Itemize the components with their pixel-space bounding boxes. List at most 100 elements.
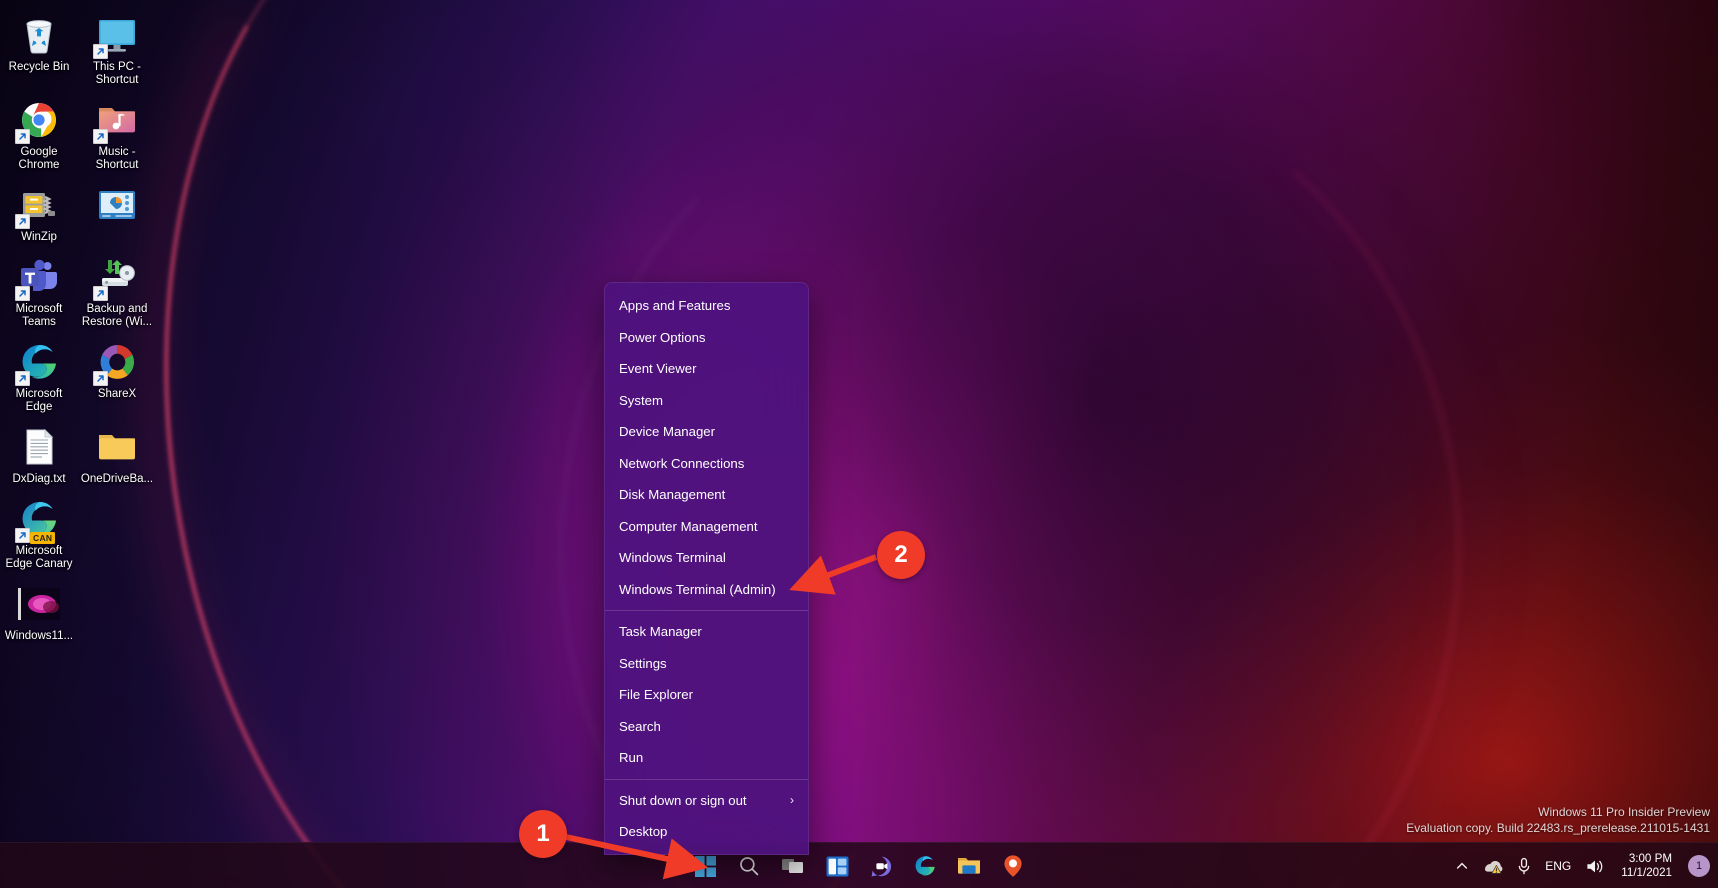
microphone-button[interactable] bbox=[1511, 849, 1537, 883]
volume-button[interactable] bbox=[1579, 849, 1611, 883]
clock-time: 3:00 PM bbox=[1628, 852, 1672, 865]
desktop-icon-microsoft-edge[interactable]: Microsoft Edge bbox=[0, 333, 78, 418]
winzip-icon bbox=[15, 182, 62, 229]
menu-item-label: Windows Terminal bbox=[619, 550, 726, 566]
menu-item-apps-and-features[interactable]: Apps and Features bbox=[605, 290, 808, 322]
menu-item-shut-down-or-sign-out[interactable]: Shut down or sign out › bbox=[605, 785, 808, 817]
desktop-icon-row: Google Chrome Music - Shortcut bbox=[0, 91, 160, 176]
edge-button[interactable] bbox=[908, 849, 942, 883]
menu-item-label: Apps and Features bbox=[619, 298, 731, 314]
desktop-icon-label: Music - Shortcut bbox=[95, 146, 139, 171]
maps-pin-button[interactable] bbox=[996, 849, 1030, 883]
menu-item-run[interactable]: Run bbox=[605, 742, 808, 774]
desktop-icon-this-pc[interactable]: This PC - Shortcut bbox=[78, 6, 156, 91]
desktop-icon-sharex[interactable]: ShareX bbox=[78, 333, 156, 418]
desktop-icon-label: Windows11... bbox=[4, 630, 74, 642]
desktop-icon-microsoft-edge-canary[interactable]: CAN Microsoft Edge Canary bbox=[0, 490, 78, 575]
desktop-icon-dxdiag-txt[interactable]: DxDiag.txt bbox=[0, 418, 78, 490]
menu-item-label: Run bbox=[619, 750, 644, 766]
menu-item-label: Power Options bbox=[619, 329, 706, 345]
menu-item-power-options[interactable]: Power Options bbox=[605, 322, 808, 354]
desktop-icon-windows11-image[interactable]: Windows11... bbox=[0, 575, 78, 647]
network-warning-icon bbox=[1485, 860, 1503, 874]
desktop-icon-microsoft-teams[interactable]: Microsoft Teams bbox=[0, 248, 78, 333]
desktop-icon-backup-and-restore[interactable]: Backup and Restore (Wi... bbox=[78, 248, 156, 333]
menu-item-network-connections[interactable]: Network Connections bbox=[605, 448, 808, 480]
menu-item-computer-management[interactable]: Computer Management bbox=[605, 511, 808, 543]
menu-item-label: Windows Terminal (Admin) bbox=[619, 581, 776, 597]
menu-item-label: Search bbox=[619, 718, 661, 734]
desktop-icon-label: Backup and Restore (Wi... bbox=[81, 303, 153, 328]
desktop-icon-music[interactable]: Music - Shortcut bbox=[78, 91, 156, 176]
network-status-button[interactable] bbox=[1477, 849, 1509, 883]
desktop-icon-label: WinZip bbox=[21, 231, 57, 243]
menu-item-disk-management[interactable]: Disk Management bbox=[605, 479, 808, 511]
desktop-icon-label: DxDiag.txt bbox=[12, 473, 66, 485]
recycle-bin-icon bbox=[16, 12, 62, 58]
widgets-button[interactable] bbox=[820, 849, 854, 883]
taskbar[interactable]: ENG 3:00 PM 11/1/2021 1 bbox=[0, 842, 1718, 888]
win-x-power-user-menu[interactable]: Apps and Features Power Options Event Vi… bbox=[604, 282, 809, 855]
google-chrome-icon bbox=[15, 97, 62, 144]
notification-badge[interactable]: 1 bbox=[1688, 855, 1710, 877]
volume-icon bbox=[1587, 860, 1603, 872]
menu-item-search[interactable]: Search bbox=[605, 711, 808, 743]
chat-button[interactable] bbox=[864, 849, 898, 883]
shortcut-arrow-icon bbox=[93, 371, 108, 386]
desktop-icon-grid: Recycle Bin This PC - Shortcut Google Ch… bbox=[0, 6, 160, 647]
widgets-icon bbox=[826, 856, 848, 876]
windows-logo-icon bbox=[694, 855, 716, 877]
chat-teams-icon bbox=[871, 856, 891, 876]
menu-separator bbox=[605, 778, 808, 780]
shortcut-arrow-icon bbox=[15, 214, 30, 229]
desktop-icon-row: WinZip bbox=[0, 176, 160, 248]
menu-item-file-explorer[interactable]: File Explorer bbox=[605, 679, 808, 711]
desktop-icon-empty-slot bbox=[78, 490, 156, 575]
watermark-line-1: Windows 11 Pro Insider Preview bbox=[1538, 805, 1710, 819]
menu-item-settings[interactable]: Settings bbox=[605, 648, 808, 680]
menu-item-label: Computer Management bbox=[619, 518, 758, 534]
annotation-marker-1: 1 bbox=[519, 810, 567, 858]
desktop-icon-winzip[interactable]: WinZip bbox=[0, 176, 78, 248]
desktop-icon-label: This PC - Shortcut bbox=[93, 61, 141, 86]
microphone-icon bbox=[1518, 857, 1530, 875]
menu-item-task-manager[interactable]: Task Manager bbox=[605, 616, 808, 648]
annotation-marker-2: 2 bbox=[877, 531, 925, 579]
desktop-icon-label: Recycle Bin bbox=[8, 61, 70, 73]
windows-desktop[interactable]: Recycle Bin This PC - Shortcut Google Ch… bbox=[0, 0, 1718, 888]
backup-and-restore-icon bbox=[93, 254, 140, 301]
desktop-icon-google-chrome[interactable]: Google Chrome bbox=[0, 91, 78, 176]
control-panel-applet-icon bbox=[94, 182, 140, 228]
clock-and-date[interactable]: 3:00 PM 11/1/2021 bbox=[1613, 849, 1680, 883]
language-indicator[interactable]: ENG bbox=[1539, 849, 1577, 883]
windows-terminal-admin-menu-item[interactable]: Windows Terminal (Admin) bbox=[605, 574, 808, 606]
menu-item-desktop[interactable]: Desktop bbox=[605, 816, 808, 848]
file-explorer-button[interactable] bbox=[952, 849, 986, 883]
shortcut-arrow-icon bbox=[93, 129, 108, 144]
watermark-line-2: Evaluation copy. Build 22483.rs_prerelea… bbox=[1406, 821, 1710, 835]
microsoft-edge-icon bbox=[915, 856, 935, 876]
shortcut-arrow-icon bbox=[15, 371, 30, 386]
shortcut-arrow-icon bbox=[93, 286, 108, 301]
menu-item-label: Network Connections bbox=[619, 455, 745, 471]
menu-item-system[interactable]: System bbox=[605, 385, 808, 417]
desktop-icon-row: CAN Microsoft Edge Canary bbox=[0, 490, 160, 575]
chevron-up-icon bbox=[1457, 862, 1468, 869]
menu-item-windows-terminal[interactable]: Windows Terminal bbox=[605, 542, 808, 574]
menu-item-label: Event Viewer bbox=[619, 361, 697, 377]
task-view-icon bbox=[782, 859, 803, 873]
menu-item-event-viewer[interactable]: Event Viewer bbox=[605, 353, 808, 385]
menu-item-device-manager[interactable]: Device Manager bbox=[605, 416, 808, 448]
desktop-icon-onedrive-backup-folder[interactable]: OneDriveBa... bbox=[78, 418, 156, 490]
menu-item-label: Settings bbox=[619, 655, 667, 671]
microsoft-edge-canary-icon: CAN bbox=[15, 496, 62, 544]
desktop-icon-recycle-bin[interactable]: Recycle Bin bbox=[0, 6, 78, 91]
clock-date: 11/1/2021 bbox=[1621, 866, 1672, 879]
desktop-icon-row: Microsoft Edge ShareX bbox=[0, 333, 160, 418]
desktop-icon-row: Recycle Bin This PC - Shortcut bbox=[0, 6, 160, 91]
desktop-icon-control-panel-applet[interactable] bbox=[78, 176, 156, 248]
shortcut-arrow-icon bbox=[15, 129, 30, 144]
show-hidden-icons-button[interactable] bbox=[1449, 849, 1475, 883]
desktop-icon-label: Microsoft Edge Canary bbox=[5, 545, 73, 570]
music-folder-icon bbox=[93, 97, 140, 144]
